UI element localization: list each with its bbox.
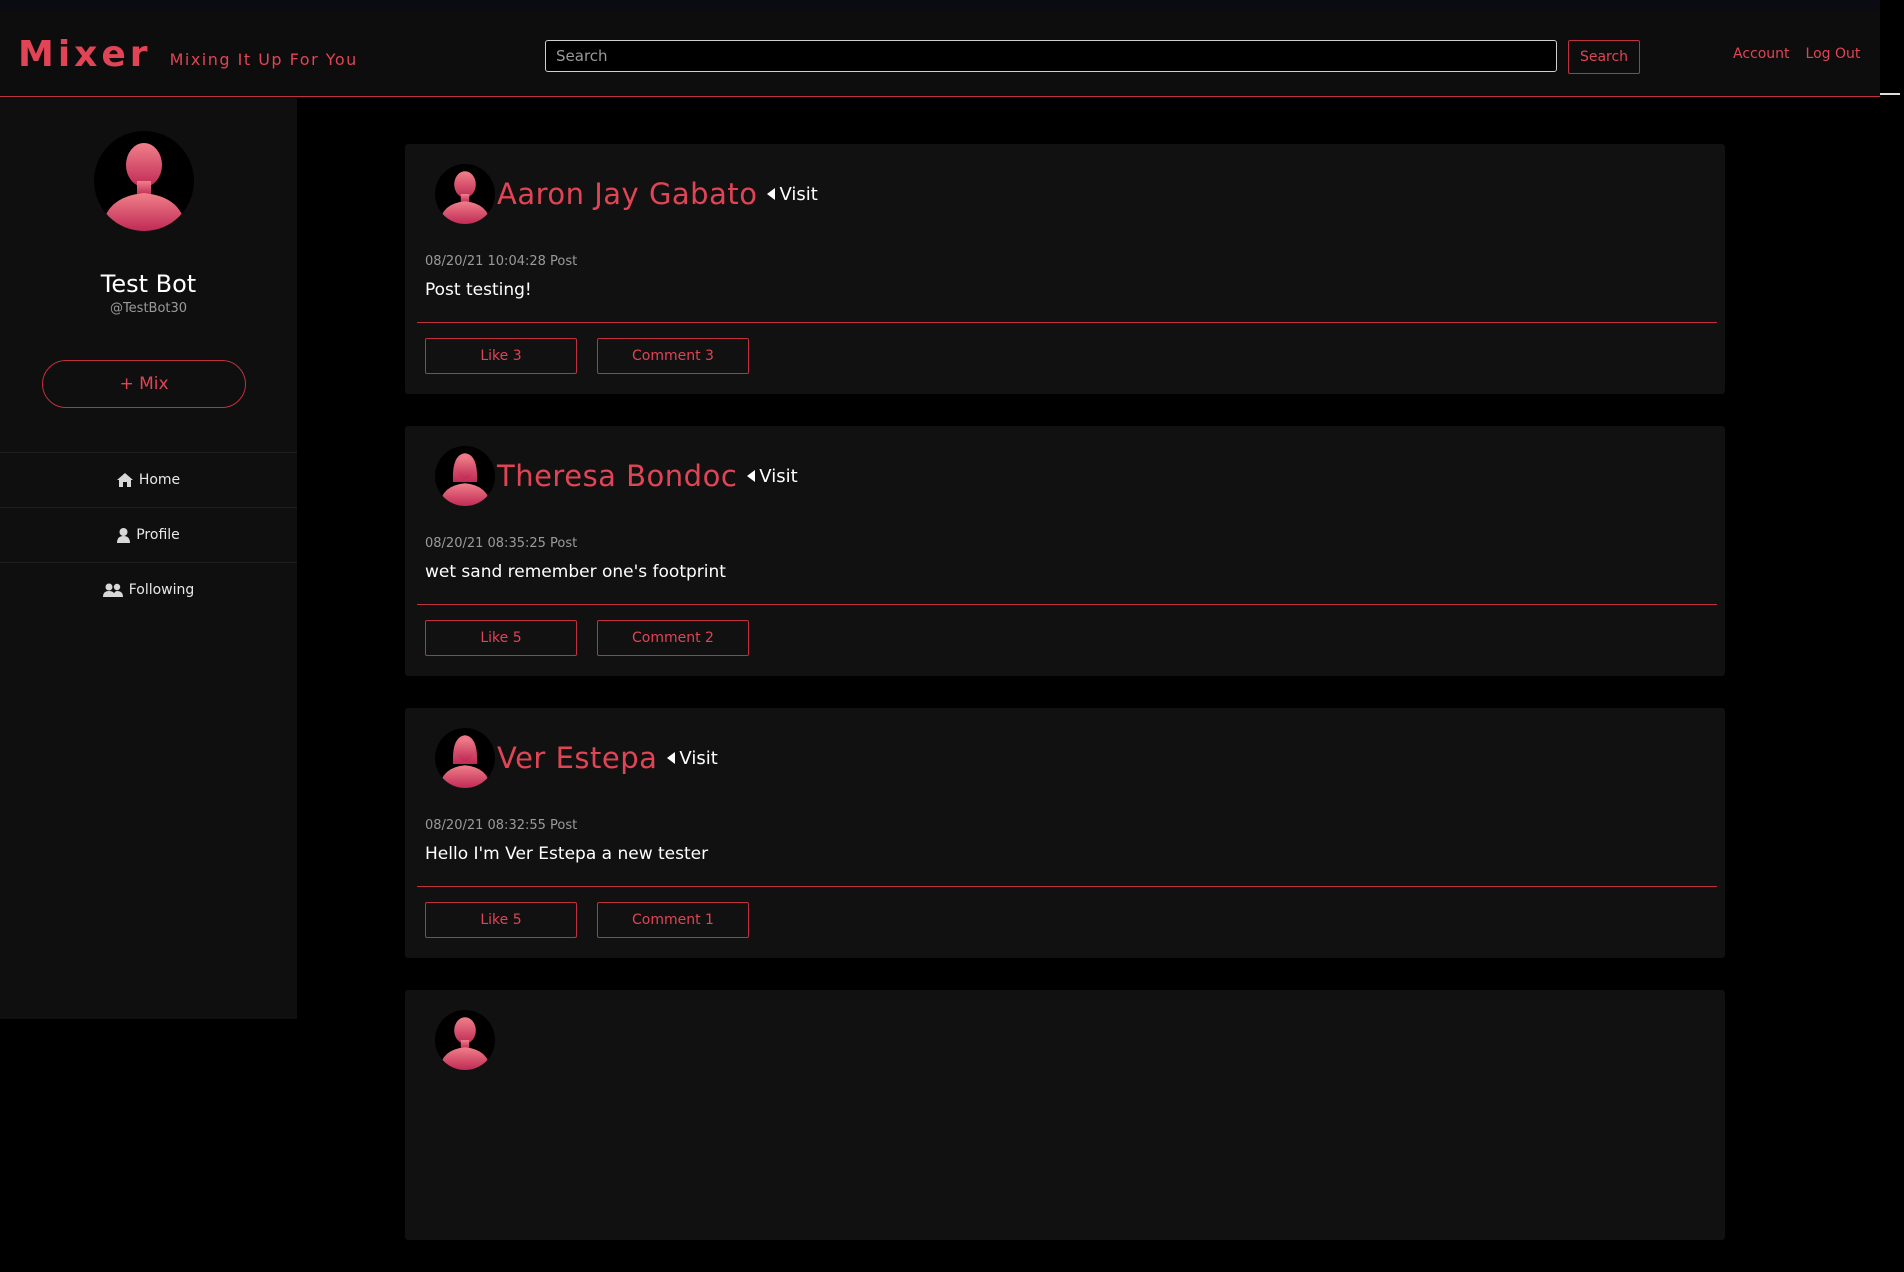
author-avatar[interactable] bbox=[435, 728, 495, 788]
male-avatar-icon bbox=[439, 1017, 491, 1070]
like-button[interactable]: Like 3 bbox=[425, 338, 577, 374]
sidebar: Test Bot @TestBot30 + Mix Home Profile F… bbox=[0, 98, 297, 1019]
male-avatar-icon bbox=[102, 143, 186, 231]
visit-label: Visit bbox=[779, 183, 818, 205]
post-card-partial bbox=[405, 990, 1725, 1240]
post-actions: Like 5 Comment 1 bbox=[425, 902, 749, 938]
scroll-marker bbox=[1880, 93, 1900, 95]
post-header: Ver Estepa Visit bbox=[435, 728, 718, 788]
caret-left-icon bbox=[667, 752, 676, 764]
post-meta: 08/20/21 10:04:28 Post bbox=[425, 254, 577, 269]
comment-button[interactable]: Comment 1 bbox=[597, 902, 749, 938]
users-icon bbox=[102, 583, 123, 597]
post-meta: 08/20/21 08:32:55 Post bbox=[425, 818, 577, 833]
like-button[interactable]: Like 5 bbox=[425, 902, 577, 938]
post-type: Post bbox=[550, 536, 578, 551]
author-name[interactable]: Theresa Bondoc bbox=[497, 459, 737, 493]
post-actions: Like 3 Comment 3 bbox=[425, 338, 749, 374]
post-actions: Like 5 Comment 2 bbox=[425, 620, 749, 656]
home-icon bbox=[116, 473, 133, 487]
logout-link[interactable]: Log Out bbox=[1806, 46, 1861, 62]
post-header: Aaron Jay Gabato Visit bbox=[435, 164, 818, 224]
user-name: Test Bot bbox=[100, 270, 197, 298]
author-name[interactable]: Ver Estepa bbox=[497, 741, 657, 775]
post-text: Hello I'm Ver Estepa a new tester bbox=[425, 844, 709, 864]
author-avatar[interactable] bbox=[435, 164, 495, 224]
account-link[interactable]: Account bbox=[1733, 46, 1790, 62]
post-type: Post bbox=[550, 254, 578, 269]
post-timestamp: 08/20/21 08:32:55 bbox=[425, 818, 546, 833]
male-avatar-icon bbox=[439, 171, 491, 224]
profile-avatar[interactable] bbox=[94, 131, 194, 231]
visit-link[interactable]: Visit bbox=[747, 465, 798, 487]
post-card: Ver Estepa Visit 08/20/21 08:32:55 Post … bbox=[405, 708, 1725, 958]
author-name[interactable]: Aaron Jay Gabato bbox=[497, 177, 757, 211]
visit-label: Visit bbox=[679, 747, 718, 769]
post-text: Post testing! bbox=[425, 280, 532, 300]
author-avatar[interactable] bbox=[435, 446, 495, 506]
visit-link[interactable]: Visit bbox=[767, 183, 818, 205]
post-text: wet sand remember one's footprint bbox=[425, 562, 726, 582]
post-divider bbox=[417, 604, 1717, 605]
new-mix-button[interactable]: + Mix bbox=[42, 360, 246, 408]
top-header: Mixer Mixing It Up For You Search Accoun… bbox=[0, 10, 1880, 97]
post-header bbox=[435, 1010, 495, 1070]
post-type: Post bbox=[550, 818, 578, 833]
post-card: Aaron Jay Gabato Visit 08/20/21 10:04:28… bbox=[405, 144, 1725, 394]
female-avatar-icon bbox=[439, 453, 491, 506]
right-edge bbox=[1880, 0, 1904, 1019]
post-feed: Aaron Jay Gabato Visit 08/20/21 10:04:28… bbox=[405, 144, 1725, 1272]
post-timestamp: 08/20/21 08:35:25 bbox=[425, 536, 546, 551]
post-divider bbox=[417, 322, 1717, 323]
sidebar-item-label: Following bbox=[128, 582, 195, 598]
comment-button[interactable]: Comment 2 bbox=[597, 620, 749, 656]
window-top-strip bbox=[0, 0, 1904, 10]
author-avatar[interactable] bbox=[435, 1010, 495, 1070]
post-timestamp: 08/20/21 10:04:28 bbox=[425, 254, 546, 269]
caret-left-icon bbox=[767, 188, 776, 200]
sidebar-item-label: Profile bbox=[136, 527, 180, 543]
post-card: Theresa Bondoc Visit 08/20/21 08:35:25 P… bbox=[405, 426, 1725, 676]
sidebar-item-profile[interactable]: Profile bbox=[0, 507, 297, 562]
visit-link[interactable]: Visit bbox=[667, 747, 718, 769]
comment-button[interactable]: Comment 3 bbox=[597, 338, 749, 374]
caret-left-icon bbox=[747, 470, 756, 482]
post-divider bbox=[417, 886, 1717, 887]
brand-title[interactable]: Mixer bbox=[18, 34, 152, 75]
user-icon bbox=[117, 527, 131, 543]
brand-subtitle: Mixing It Up For You bbox=[169, 50, 358, 69]
search-button[interactable]: Search bbox=[1568, 40, 1640, 74]
sidebar-nav: Home Profile Following bbox=[0, 452, 297, 617]
post-meta: 08/20/21 08:35:25 Post bbox=[425, 536, 577, 551]
female-avatar-icon bbox=[439, 735, 491, 788]
sidebar-item-home[interactable]: Home bbox=[0, 452, 297, 507]
brand[interactable]: Mixer Mixing It Up For You bbox=[18, 34, 358, 75]
visit-label: Visit bbox=[759, 465, 798, 487]
account-links: Account Log Out bbox=[1733, 46, 1860, 62]
search-input[interactable] bbox=[545, 40, 1557, 72]
sidebar-item-label: Home bbox=[138, 472, 181, 488]
post-header: Theresa Bondoc Visit bbox=[435, 446, 798, 506]
user-handle: @TestBot30 bbox=[109, 301, 188, 316]
like-button[interactable]: Like 5 bbox=[425, 620, 577, 656]
sidebar-item-following[interactable]: Following bbox=[0, 562, 297, 617]
